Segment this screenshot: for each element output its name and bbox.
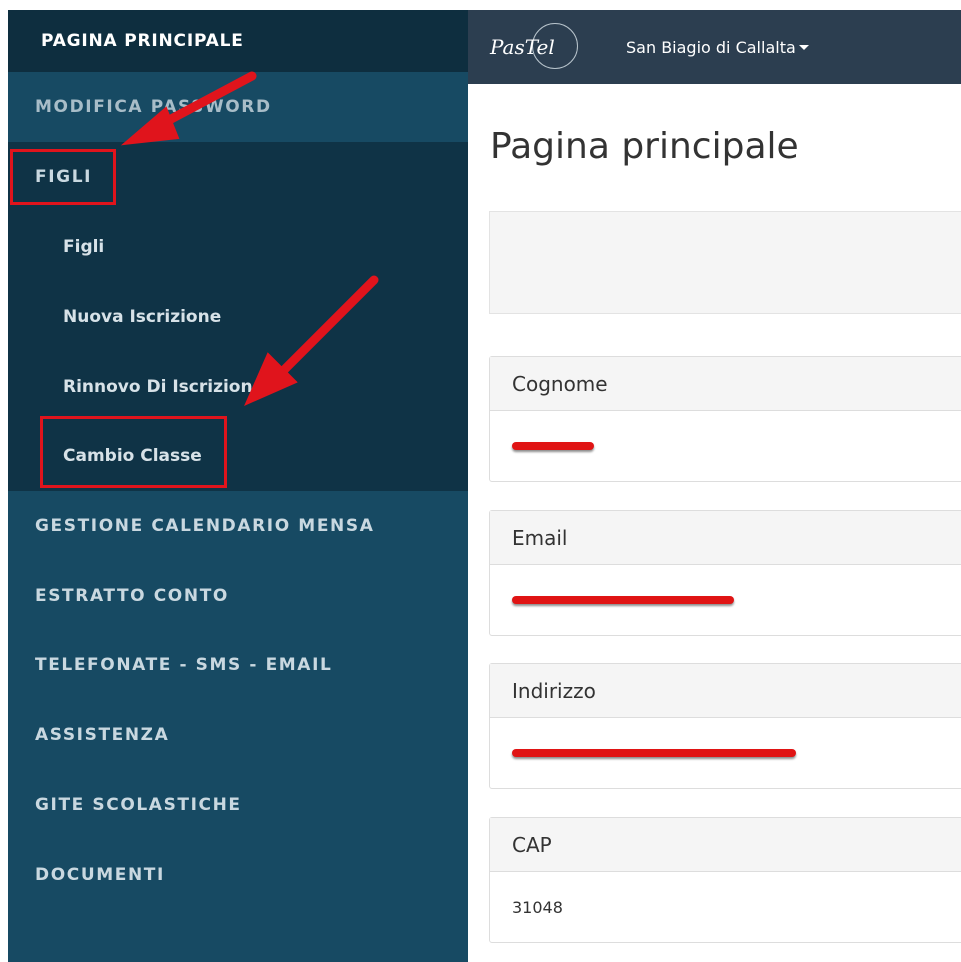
arrow-icon	[120, 71, 257, 146]
annotation-arrows	[120, 71, 379, 406]
arrow-icon	[244, 275, 379, 406]
